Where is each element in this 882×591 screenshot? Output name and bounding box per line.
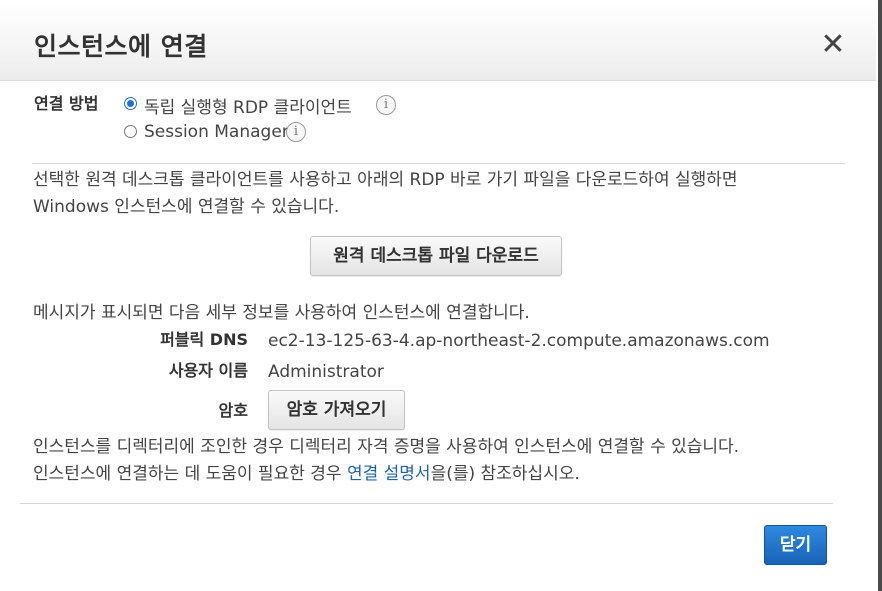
footer-line-2-prefix: 인스턴스에 연결하는 데 도움이 필요한 경우 [33, 464, 347, 484]
divider [32, 163, 845, 164]
radio-standalone-rdp-label[interactable]: 독립 실행형 RDP 클라이언트 [144, 93, 352, 118]
public-dns-label: 퍼블릭 DNS [160, 330, 248, 349]
download-rdp-file-button[interactable]: 원격 데스크톱 파일 다운로드 [310, 236, 562, 276]
info-icon[interactable]: i [376, 95, 396, 115]
dialog-title: 인스턴스에 연결 [34, 32, 208, 61]
dialog-header: 인스턴스에 연결 ✕ [0, 0, 876, 81]
password-label: 암호 [218, 401, 248, 420]
description-line-2: Windows 인스턴스에 연결할 수 있습니다. [33, 197, 340, 217]
footer-line-2: 인스턴스에 연결하는 데 도움이 필요한 경우 연결 설명서을(를) 참조하십시… [33, 459, 580, 484]
public-dns-value: ec2-13-125-63-4.ap-northeast-2.compute.a… [268, 331, 770, 351]
details-intro: 메시지가 표시되면 다음 세부 정보를 사용하여 인스턴스에 연결합니다. [33, 303, 530, 323]
footer-divider [20, 503, 833, 504]
radio-session-manager[interactable] [124, 125, 137, 138]
description-line-1: 선택한 원격 데스크톱 클라이언트를 사용하고 아래의 RDP 바로 가기 파일… [33, 170, 738, 190]
footer-line-1: 인스턴스를 디렉터리에 조인한 경우 디렉터리 자격 증명을 사용하여 인스턴스… [33, 437, 740, 457]
info-icon[interactable]: i [286, 122, 306, 142]
username-value: Administrator [268, 362, 384, 382]
close-button[interactable]: 닫기 [764, 525, 827, 565]
radio-session-manager-label[interactable]: Session Manager [144, 122, 289, 142]
window-edge [878, 0, 882, 591]
username-label: 사용자 이름 [168, 361, 248, 380]
connect-instance-dialog: 인스턴스에 연결 ✕ 연결 방법 독립 실행형 RDP 클라이언트 i Sess… [0, 0, 882, 591]
close-icon[interactable]: ✕ [818, 30, 848, 60]
get-password-button[interactable]: 암호 가져오기 [268, 390, 405, 430]
footer-line-2-suffix: 을(를) 참조하십시오. [430, 464, 580, 484]
connection-method-label: 연결 방법 [34, 94, 99, 113]
connection-guide-link[interactable]: 연결 설명서 [347, 464, 431, 484]
radio-standalone-rdp[interactable] [124, 97, 137, 110]
